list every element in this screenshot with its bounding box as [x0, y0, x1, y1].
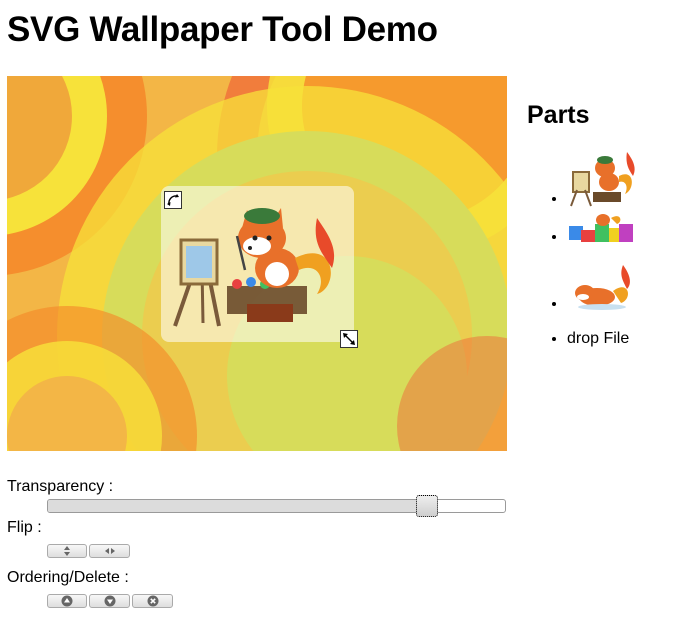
- gift-boxes-thumbnail[interactable]: [567, 212, 637, 246]
- fox-painter-thumbnail[interactable]: [567, 150, 637, 208]
- ordering-delete-label: Ordering/Delete :: [7, 569, 129, 586]
- part-item-fox-painter[interactable]: [567, 150, 673, 212]
- send-backward-icon: [104, 595, 115, 607]
- sleeping-fox-thumbnail[interactable]: [567, 257, 637, 313]
- bring-forward-icon: [61, 595, 73, 607]
- delete-icon: [147, 595, 158, 607]
- rotate-arrows-icon: [167, 194, 179, 206]
- bring-forward-button[interactable]: [47, 594, 87, 608]
- wallpaper-canvas[interactable]: [7, 76, 507, 451]
- transparency-slider-fill: [48, 500, 427, 512]
- parts-heading: Parts: [527, 101, 590, 129]
- transparency-slider-thumb[interactable]: [416, 495, 438, 517]
- drop-file-item[interactable]: drop File: [567, 329, 673, 351]
- part-item-sleeping-fox[interactable]: [567, 257, 673, 329]
- part-item-gift-boxes[interactable]: [567, 212, 673, 257]
- flip-horizontal-button[interactable]: [89, 544, 130, 558]
- flip-vertical-button[interactable]: [47, 544, 87, 558]
- flip-horizontal-icon: [104, 548, 115, 554]
- resize-arrows-icon: [343, 333, 355, 345]
- transparency-label: Transparency :: [7, 478, 114, 495]
- flip-vertical-icon: [64, 546, 70, 556]
- send-backward-button[interactable]: [89, 594, 130, 608]
- transparency-slider[interactable]: [47, 495, 506, 517]
- flip-label: Flip :: [7, 519, 42, 536]
- page-title: SVG Wallpaper Tool Demo: [7, 10, 438, 49]
- resize-handle[interactable]: [340, 330, 358, 348]
- parts-list: drop File: [527, 150, 673, 351]
- fox-painter-image[interactable]: [167, 198, 347, 333]
- drop-file-label: drop File: [567, 330, 630, 347]
- rotate-handle[interactable]: [164, 191, 182, 209]
- delete-button[interactable]: [132, 594, 173, 608]
